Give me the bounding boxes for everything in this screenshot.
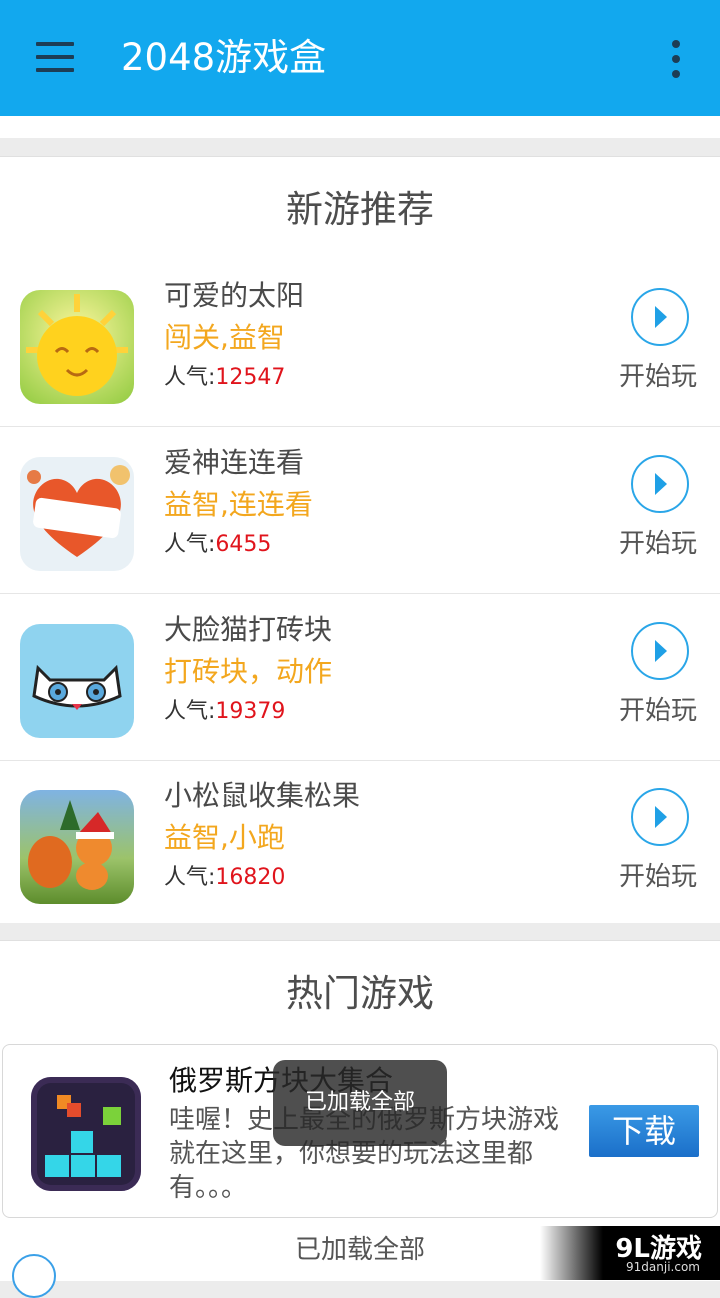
game-tags: 打砖块，动作 (164, 655, 333, 688)
popularity-label: 人气: (164, 865, 216, 890)
game-popularity: 人气:6455 (164, 529, 271, 561)
tetris-blocks-icon (31, 1077, 141, 1191)
cat-face-icon (20, 624, 134, 738)
hamburger-menu-icon[interactable] (36, 42, 76, 74)
toast-message: 已加载全部 (273, 1060, 447, 1146)
game-popularity: 人气:19379 (164, 696, 285, 728)
game-name: 大脸猫打砖块 (164, 613, 333, 646)
watermark-url: 91danji.com (626, 1260, 700, 1274)
game-tags: 益智,连连看 (164, 488, 313, 521)
game-name: 可爱的太阳 (164, 279, 305, 312)
game-row[interactable]: 小松鼠收集松果 益智,小跑 人气:16820 开始玩 (0, 760, 720, 926)
play-icon[interactable] (631, 788, 689, 846)
loading-spinner-icon (12, 1254, 56, 1298)
popularity-label: 人气: (164, 365, 216, 390)
popularity-count: 6455 (215, 532, 272, 557)
section-title-hot-games: 热门游戏 (286, 972, 434, 1015)
play-icon[interactable] (631, 288, 689, 346)
game-tags: 闯关,益智 (164, 321, 285, 354)
game-popularity: 人气:16820 (164, 862, 285, 894)
start-play-button[interactable]: 开始玩 (619, 527, 697, 561)
game-name: 爱神连连看 (164, 446, 305, 479)
overflow-menu-icon[interactable] (668, 40, 684, 80)
love-heart-match-icon (20, 457, 134, 571)
game-name: 小松鼠收集松果 (164, 779, 361, 812)
play-icon[interactable] (631, 622, 689, 680)
popularity-count: 19379 (215, 699, 286, 724)
game-row[interactable]: 可爱的太阳 闯关,益智 人气:12547 开始玩 (0, 260, 720, 427)
game-popularity: 人气:12547 (164, 362, 285, 394)
app-bar: 2048游戏盒 (0, 0, 720, 116)
game-row[interactable]: 爱神连连看 益智,连连看 人气:6455 开始玩 (0, 427, 720, 594)
section-title-new-games: 新游推荐 (286, 188, 434, 231)
game-row[interactable]: 大脸猫打砖块 打砖块，动作 人气:19379 开始玩 (0, 594, 720, 761)
watermark: 9L游戏 91danji.com (540, 1226, 720, 1280)
popularity-count: 12547 (215, 365, 286, 390)
popularity-label: 人气: (164, 532, 216, 557)
game-tags: 益智,小跑 (164, 821, 285, 854)
new-games-section: 新游推荐 可爱的太阳 闯关,益智 人气:12547 开始玩 爱神连连看 益智,连… (0, 156, 720, 923)
play-icon[interactable] (631, 455, 689, 513)
download-button[interactable]: 下载 (589, 1105, 699, 1157)
top-strip (0, 116, 720, 138)
start-play-button[interactable]: 开始玩 (619, 694, 697, 728)
app-title: 2048游戏盒 (121, 36, 327, 79)
popularity-label: 人气: (164, 699, 216, 724)
squirrel-santa-hat-icon (20, 790, 134, 904)
start-play-button[interactable]: 开始玩 (619, 860, 697, 894)
start-play-button[interactable]: 开始玩 (619, 360, 697, 394)
smiling-sun-icon (20, 290, 134, 404)
popularity-count: 16820 (215, 865, 286, 890)
